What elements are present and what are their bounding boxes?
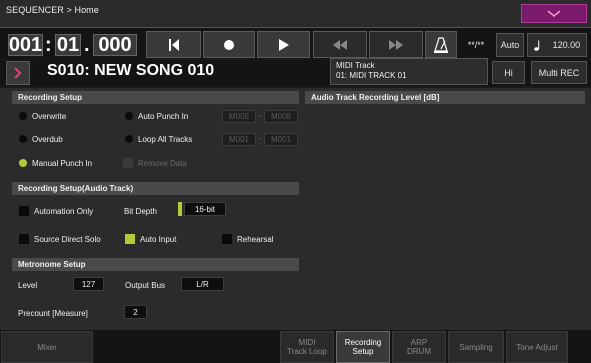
- checkbox-indicator: [123, 158, 133, 168]
- tempo-mode-field[interactable]: Auto: [496, 33, 524, 57]
- precount-field[interactable]: 2: [124, 305, 147, 319]
- audio-level-header: Audio Track Recording Level [dB]: [305, 91, 585, 104]
- loop-all-tracks-label: Loop All Tracks: [138, 134, 193, 144]
- rewind-button[interactable]: [313, 31, 367, 58]
- locate-start-button[interactable]: [146, 31, 201, 58]
- recording-setup-header: Recording Setup: [12, 91, 299, 104]
- rehearsal-label: Rehearsal: [237, 234, 274, 244]
- radio-indicator: [19, 112, 27, 120]
- auto-punch-end-field[interactable]: M008: [264, 110, 298, 123]
- tab-midi-track-loop[interactable]: MIDI Track Loop: [280, 331, 334, 363]
- tick-field[interactable]: 000: [93, 34, 137, 56]
- measure-field[interactable]: 001: [8, 34, 43, 56]
- tempo-value: 120.00: [552, 40, 581, 50]
- record-icon: [224, 39, 234, 50]
- loop-all-tracks-radio[interactable]: Loop All Tracks: [125, 132, 192, 146]
- checkbox-indicator: [19, 234, 29, 244]
- checkbox-indicator-checked: [125, 234, 135, 244]
- radio-indicator: [125, 135, 133, 143]
- chevron-right-icon: [14, 67, 22, 79]
- checkbox-indicator: [19, 206, 29, 216]
- chevron-down-icon: [547, 9, 561, 17]
- track-type: MIDI Track: [336, 61, 375, 70]
- play-button[interactable]: [257, 31, 310, 58]
- loop-end-field[interactable]: M001: [264, 133, 298, 146]
- automation-only-label: Automation Only: [34, 206, 94, 216]
- position-separator: :: [45, 34, 52, 56]
- rec-mode-field[interactable]: Multi REC: [531, 61, 587, 84]
- loop-start-field[interactable]: M001: [222, 133, 256, 146]
- automation-only-checkbox[interactable]: Automation Only: [19, 204, 93, 218]
- audio-setup-header: Recording Setup(Audio Track): [12, 182, 299, 195]
- rehearsal-checkbox[interactable]: Rehearsal: [222, 232, 273, 246]
- tab-arp-drum[interactable]: ARP DRUM: [392, 331, 446, 363]
- overdub-label: Overdub: [32, 134, 63, 144]
- output-bus-label: Output Bus: [125, 281, 166, 290]
- position-separator: .: [84, 34, 90, 56]
- collapse-button[interactable]: [521, 4, 587, 23]
- bit-depth-marker: [178, 202, 182, 216]
- fast-forward-button[interactable]: [369, 31, 423, 58]
- radio-indicator-selected: [19, 159, 27, 167]
- overwrite-radio[interactable]: Overwrite: [19, 109, 66, 123]
- overdub-radio[interactable]: Overdub: [19, 132, 63, 146]
- range-dash: -: [258, 134, 261, 143]
- auto-input-label: Auto Input: [140, 234, 177, 244]
- locate-start-icon: [168, 38, 179, 51]
- auto-input-checkbox[interactable]: Auto Input: [125, 232, 176, 246]
- beat-field[interactable]: 01: [55, 34, 81, 56]
- auto-punch-start-field[interactable]: M005: [222, 110, 256, 123]
- metronome-icon: [434, 36, 448, 53]
- tab-recording-setup[interactable]: Recording Setup: [336, 331, 390, 363]
- tab-mixer[interactable]: Mixer: [1, 331, 93, 363]
- song-menu-button[interactable]: [6, 61, 30, 85]
- source-direct-solo-checkbox[interactable]: Source Direct Solo: [19, 232, 101, 246]
- record-button[interactable]: [203, 31, 255, 58]
- level-field[interactable]: 127: [73, 277, 104, 291]
- source-direct-solo-label: Source Direct Solo: [34, 234, 101, 244]
- remove-data-checkbox[interactable]: Remove Data: [123, 156, 187, 170]
- metronome-button[interactable]: [425, 31, 457, 58]
- fast-forward-icon: [389, 39, 403, 50]
- tempo-field[interactable]: 120.00: [527, 33, 587, 57]
- radio-indicator: [125, 112, 133, 120]
- manual-punch-radio[interactable]: Manual Punch In: [19, 156, 92, 170]
- resolution-field[interactable]: Hi: [492, 61, 525, 84]
- level-label: Level: [18, 281, 38, 290]
- track-select[interactable]: MIDI Track 01: MIDI TRACK 01: [330, 58, 488, 85]
- overwrite-label: Overwrite: [32, 111, 67, 121]
- bit-depth-label: Bit Depth: [124, 207, 157, 216]
- auto-punch-radio[interactable]: Auto Punch In: [125, 109, 188, 123]
- quarter-note-icon: [533, 40, 540, 51]
- tab-sampling[interactable]: Sampling: [448, 331, 504, 363]
- track-name: 01: MIDI TRACK 01: [336, 71, 407, 80]
- meter-display[interactable]: **/**: [460, 33, 492, 57]
- rewind-icon: [333, 39, 347, 50]
- play-icon: [278, 38, 289, 51]
- radio-indicator: [19, 135, 27, 143]
- manual-punch-label: Manual Punch In: [32, 158, 93, 168]
- range-dash: -: [258, 111, 261, 120]
- bit-depth-field[interactable]: 16-bit: [184, 202, 226, 216]
- auto-punch-label: Auto Punch In: [138, 111, 189, 121]
- page-title: SEQUENCER > Home: [6, 5, 99, 15]
- metronome-header: Metronome Setup: [12, 258, 299, 271]
- output-bus-field[interactable]: L/R: [181, 277, 224, 291]
- precount-label: Precount [Measure]: [18, 309, 88, 318]
- remove-data-label: Remove Data: [138, 158, 187, 168]
- song-name[interactable]: S010: NEW SONG 010: [47, 62, 214, 80]
- checkbox-indicator: [222, 234, 232, 244]
- tab-tone-adjust[interactable]: Tone Adjust: [506, 331, 568, 363]
